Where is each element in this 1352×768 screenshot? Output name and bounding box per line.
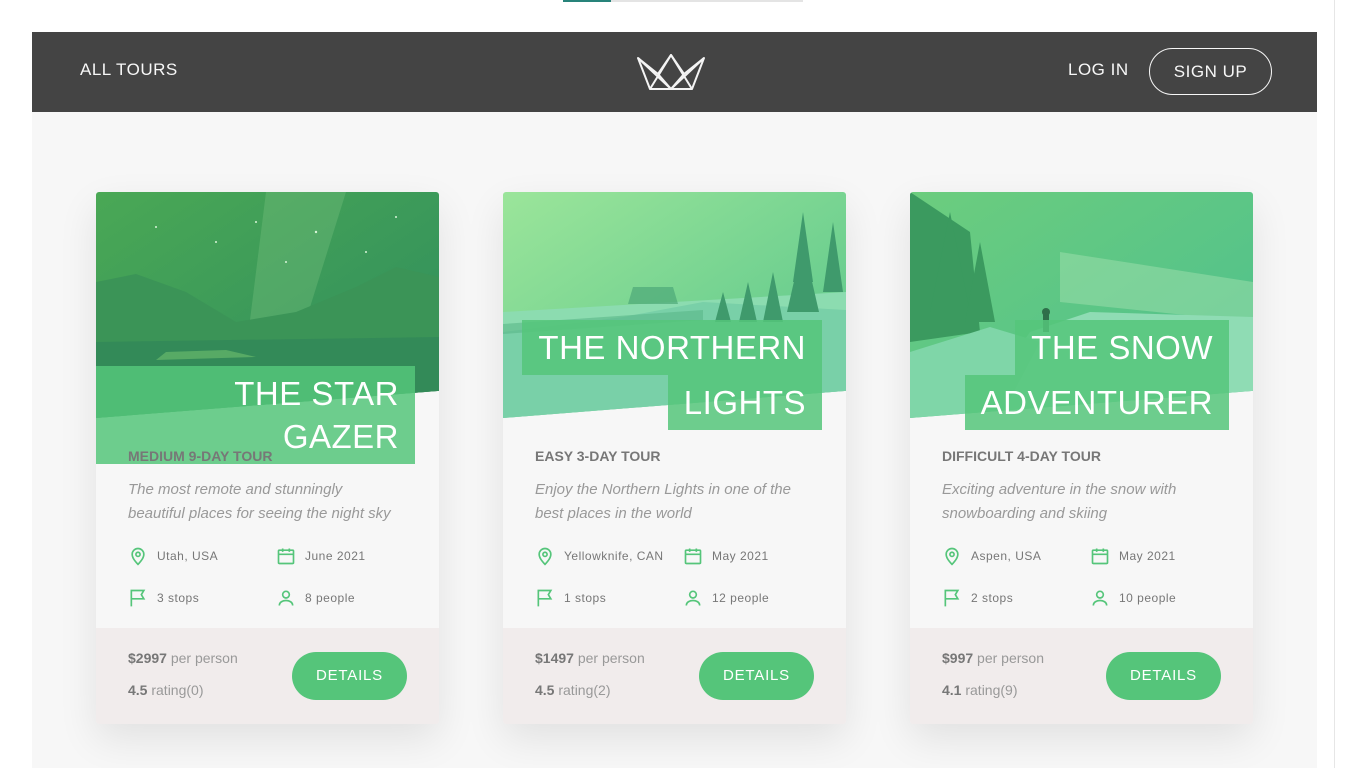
- map-pin-icon: [945, 547, 959, 566]
- tour-stops-text: 3 stops: [157, 591, 200, 605]
- tour-title-northern-lights: The Northern Lights: [522, 320, 822, 430]
- tour-location: Yellowknife, CAN: [535, 546, 664, 566]
- tour-price-suffix: per person: [577, 650, 645, 666]
- loading-bar-fill: [563, 0, 611, 2]
- page: All tours Log in Sign up: [32, 32, 1317, 768]
- flag-icon: [537, 589, 553, 607]
- page-loading-bar: [563, 0, 803, 2]
- tour-card-snow-adventurer: The Snow Adventurer Difficult 4-day tour…: [910, 192, 1253, 724]
- crown-logo-icon[interactable]: [636, 52, 706, 92]
- tour-rating: 4.1 rating(9): [942, 682, 1018, 698]
- map-pin-icon: [131, 547, 145, 566]
- tour-location-text: Yellowknife, CAN: [564, 549, 664, 563]
- flag-icon: [944, 589, 960, 607]
- tour-location: Utah, USA: [128, 546, 218, 566]
- tour-title-line: The Snow: [1015, 320, 1229, 375]
- tour-card-footer: $997 per person 4.1 rating(9) Details: [910, 628, 1253, 724]
- tour-people-text: 10 people: [1119, 591, 1177, 605]
- tour-rating-value: 4.1: [942, 682, 962, 698]
- tour-people: 8 people: [276, 588, 355, 608]
- tour-title-line: Lights: [667, 375, 822, 430]
- map-pin-icon: [538, 547, 552, 566]
- tour-card-footer: $2997 per person 4.5 rating(0) Details: [96, 628, 439, 724]
- user-icon: [1092, 590, 1108, 606]
- tour-price-suffix: per person: [170, 650, 238, 666]
- tour-people-text: 12 people: [712, 591, 770, 605]
- calendar-icon: [277, 548, 295, 565]
- tour-title-line: Adventurer: [964, 375, 1229, 430]
- tour-rating-value: 4.5: [535, 682, 555, 698]
- tour-date: May 2021: [683, 546, 769, 566]
- tour-rating-suffix: rating(9): [965, 682, 1018, 698]
- details-button[interactable]: Details: [292, 652, 407, 700]
- tour-card-footer: $1497 per person 4.5 rating(2) Details: [503, 628, 846, 724]
- details-button[interactable]: Details: [1106, 652, 1221, 700]
- calendar-icon: [1091, 548, 1109, 565]
- tour-stops: 1 stops: [535, 588, 606, 608]
- tour-rating: 4.5 rating(0): [128, 682, 204, 698]
- tour-date: June 2021: [276, 546, 366, 566]
- tour-stops: 2 stops: [942, 588, 1013, 608]
- tour-summary: Exciting adventure in the snow with snow…: [942, 481, 1177, 522]
- tour-price-value: $2997: [128, 650, 167, 666]
- tour-title-snow-adventurer: The Snow Adventurer: [964, 320, 1229, 430]
- tour-title-line: The Northern: [522, 320, 822, 375]
- tour-price: $1497 per person: [535, 650, 645, 666]
- tour-summary: The most remote and stunningly beautiful…: [128, 481, 391, 522]
- site-header: All tours Log in Sign up: [32, 32, 1317, 112]
- tour-rating-suffix: rating(2): [558, 682, 611, 698]
- tour-subheading: Medium 9-day tour: [128, 448, 273, 464]
- page-scrollbar[interactable]: [1334, 0, 1352, 768]
- user-icon: [685, 590, 701, 606]
- signup-button[interactable]: Sign up: [1149, 48, 1272, 95]
- tour-people: 10 people: [1090, 588, 1176, 608]
- tour-date: May 2021: [1090, 546, 1176, 566]
- tour-rating: 4.5 rating(2): [535, 682, 611, 698]
- login-link[interactable]: Log in: [1068, 60, 1129, 80]
- tour-summary: Enjoy the Northern Lights in one of the …: [535, 481, 791, 522]
- tour-stops-text: 2 stops: [971, 591, 1014, 605]
- tour-price: $997 per person: [942, 650, 1044, 666]
- tour-people: 12 people: [683, 588, 769, 608]
- tour-price-value: $1497: [535, 650, 574, 666]
- tour-stops: 3 stops: [128, 588, 199, 608]
- tour-location-text: Utah, USA: [157, 549, 219, 563]
- tour-location-text: Aspen, USA: [971, 549, 1042, 563]
- tour-people-text: 8 people: [305, 591, 356, 605]
- tour-price-value: $997: [942, 650, 974, 666]
- tour-date-text: May 2021: [712, 549, 769, 563]
- tour-location: Aspen, USA: [942, 546, 1041, 566]
- tour-subheading: Easy 3-day tour: [535, 448, 661, 464]
- tour-price: $2997 per person: [128, 650, 238, 666]
- details-button[interactable]: Details: [699, 652, 814, 700]
- flag-icon: [130, 589, 146, 607]
- user-icon: [278, 590, 294, 606]
- tour-card-northern-lights: The Northern Lights Easy 3-day tour Enjo…: [503, 192, 846, 724]
- tour-card-star-gazer: The Star Gazer Medium 9-day tour The mos…: [96, 192, 439, 724]
- tour-rating-value: 4.5: [128, 682, 148, 698]
- tour-stops-text: 1 stops: [564, 591, 607, 605]
- tour-subheading: Difficult 4-day tour: [942, 448, 1101, 464]
- calendar-icon: [684, 548, 702, 565]
- all-tours-link[interactable]: All tours: [80, 60, 178, 80]
- tour-price-suffix: per person: [977, 650, 1044, 666]
- tour-date-text: May 2021: [1119, 549, 1176, 563]
- tour-date-text: June 2021: [305, 549, 366, 563]
- tour-rating-suffix: rating(0): [151, 682, 204, 698]
